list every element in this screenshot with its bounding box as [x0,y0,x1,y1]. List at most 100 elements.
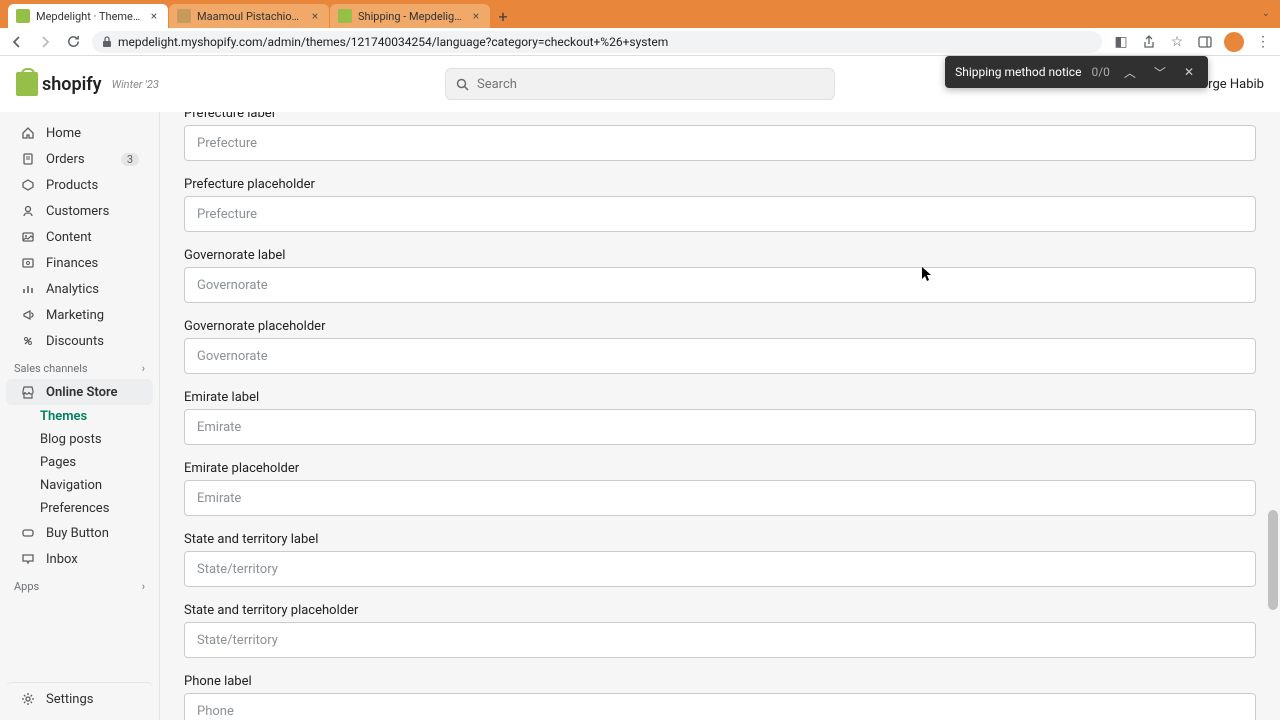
scrollbar-thumb[interactable] [1268,510,1278,610]
sidebar-item-online-store[interactable]: Online Store [6,379,153,405]
sidepanel-icon[interactable] [1196,33,1214,51]
tab-title: Maamoul Pistachios | Grand M [197,10,303,23]
profile-avatar[interactable] [1224,32,1244,52]
sidebar-item-discounts[interactable]: Discounts [6,328,153,354]
apps-heading: Apps › [0,572,159,597]
find-prev-button[interactable]: ︿ [1120,64,1140,81]
browser-tab[interactable]: Maamoul Pistachios | Grand M × [169,4,329,28]
sidebar-item-customers[interactable]: Customers [6,198,153,224]
tab-title: Mepdelight · Theme content [36,10,142,23]
search-icon [456,78,469,91]
nav-label: Customers [46,204,109,219]
field-input[interactable] [184,622,1256,658]
global-search[interactable] [445,68,835,100]
shopify-logo[interactable]: shopify [16,72,102,96]
sidebar-sub-themes[interactable]: Themes [0,405,159,428]
field-label: State and territory label [184,532,1256,547]
shopify-bag-icon [16,72,38,96]
sidebar-item-settings[interactable]: Settings [6,682,153,712]
url-text: mepdelight.myshopify.com/admin/themes/12… [118,35,668,49]
search-input[interactable] [477,77,824,92]
tab-close-icon[interactable]: × [470,10,482,22]
field-label: Governorate label [184,248,1256,263]
sidebar-item-orders[interactable]: Orders 3 [6,146,153,172]
form-field: Prefecture label [184,112,1256,161]
field-input[interactable] [184,551,1256,587]
browser-tab-strip: ⌄ Mepdelight · Theme content × Maamoul P… [0,0,1280,28]
address-bar[interactable]: mepdelight.myshopify.com/admin/themes/12… [92,31,1102,53]
field-input[interactable] [184,196,1256,232]
extension-icon[interactable]: ◧ [1112,33,1130,51]
tab-title: Shipping - Mepdelight - Check [358,10,464,23]
sidebar-item-marketing[interactable]: Marketing [6,302,153,328]
sidebar-sub-preferences[interactable]: Preferences [0,497,159,520]
field-input[interactable] [184,409,1256,445]
field-input[interactable] [184,693,1256,720]
marketing-icon [20,307,36,323]
nav-label: Discounts [46,334,104,349]
find-query: Shipping method notice [955,65,1081,79]
form-field: Emirate placeholder [184,461,1256,516]
field-input[interactable] [184,338,1256,374]
form-field: Emirate label [184,390,1256,445]
customers-icon [20,203,36,219]
sales-channels-heading: Sales channels › [0,354,159,379]
home-icon [20,125,36,141]
find-next-button[interactable]: ﹀ [1150,64,1170,81]
back-button[interactable] [8,33,26,51]
find-count: 0/0 [1091,65,1109,79]
sidebar-item-content[interactable]: Content [6,224,153,250]
find-in-page-bar: Shipping method notice 0/0 ︿ ﹀ ✕ [945,56,1208,88]
main-content[interactable]: Prefecture label Prefecture placeholder … [160,112,1280,720]
reload-button[interactable] [64,33,82,51]
tab-close-icon[interactable]: × [148,10,160,22]
analytics-icon [20,281,36,297]
forward-button[interactable] [36,33,54,51]
new-tab-button[interactable]: + [491,4,515,28]
tab-favicon [16,9,30,23]
tab-favicon [177,9,191,23]
form-field: Prefecture placeholder [184,177,1256,232]
field-label: State and territory placeholder [184,603,1256,618]
nav-label: Marketing [46,308,104,323]
chevron-right-icon[interactable]: › [142,362,145,375]
lock-icon [102,36,112,48]
nav-label: Analytics [46,282,99,297]
sidebar-item-analytics[interactable]: Analytics [6,276,153,302]
browser-tab[interactable]: Shipping - Mepdelight - Check × [330,4,490,28]
sidebar-item-products[interactable]: Products [6,172,153,198]
field-input[interactable] [184,267,1256,303]
share-icon[interactable] [1140,33,1158,51]
form-field: Phone label [184,674,1256,720]
window-caret-icon[interactable]: ⌄ [1262,8,1270,19]
field-label: Emirate placeholder [184,461,1256,476]
products-icon [20,177,36,193]
bookmark-icon[interactable]: ☆ [1168,33,1186,51]
tab-close-icon[interactable]: × [309,10,321,22]
sidebar-item-buy-button[interactable]: Buy Button [6,520,153,546]
sidebar-item-home[interactable]: Home [6,120,153,146]
field-label: Phone label [184,674,1256,689]
field-input[interactable] [184,125,1256,161]
sidebar-sub-blog-posts[interactable]: Blog posts [0,428,159,451]
browser-tab[interactable]: Mepdelight · Theme content × [8,4,168,28]
field-label: Prefecture label [184,112,1256,121]
finances-icon [20,255,36,271]
field-input[interactable] [184,480,1256,516]
sidebar-item-inbox[interactable]: Inbox [6,546,153,572]
inbox-icon [20,551,36,567]
chrome-menu-icon[interactable]: ⋮ [1254,33,1272,51]
content-icon [20,229,36,245]
sidebar-item-finances[interactable]: Finances [6,250,153,276]
buy-button-icon [20,525,36,541]
browser-toolbar: mepdelight.myshopify.com/admin/themes/12… [0,28,1280,56]
orders-icon [20,151,36,167]
sidebar-sub-navigation[interactable]: Navigation [0,474,159,497]
store-icon [20,384,36,400]
field-label: Governorate placeholder [184,319,1256,334]
find-close-button[interactable]: ✕ [1180,65,1198,79]
chevron-right-icon[interactable]: › [142,580,145,593]
nav-label: Orders [46,152,85,167]
sidebar-sub-pages[interactable]: Pages [0,451,159,474]
gear-icon [20,691,36,707]
